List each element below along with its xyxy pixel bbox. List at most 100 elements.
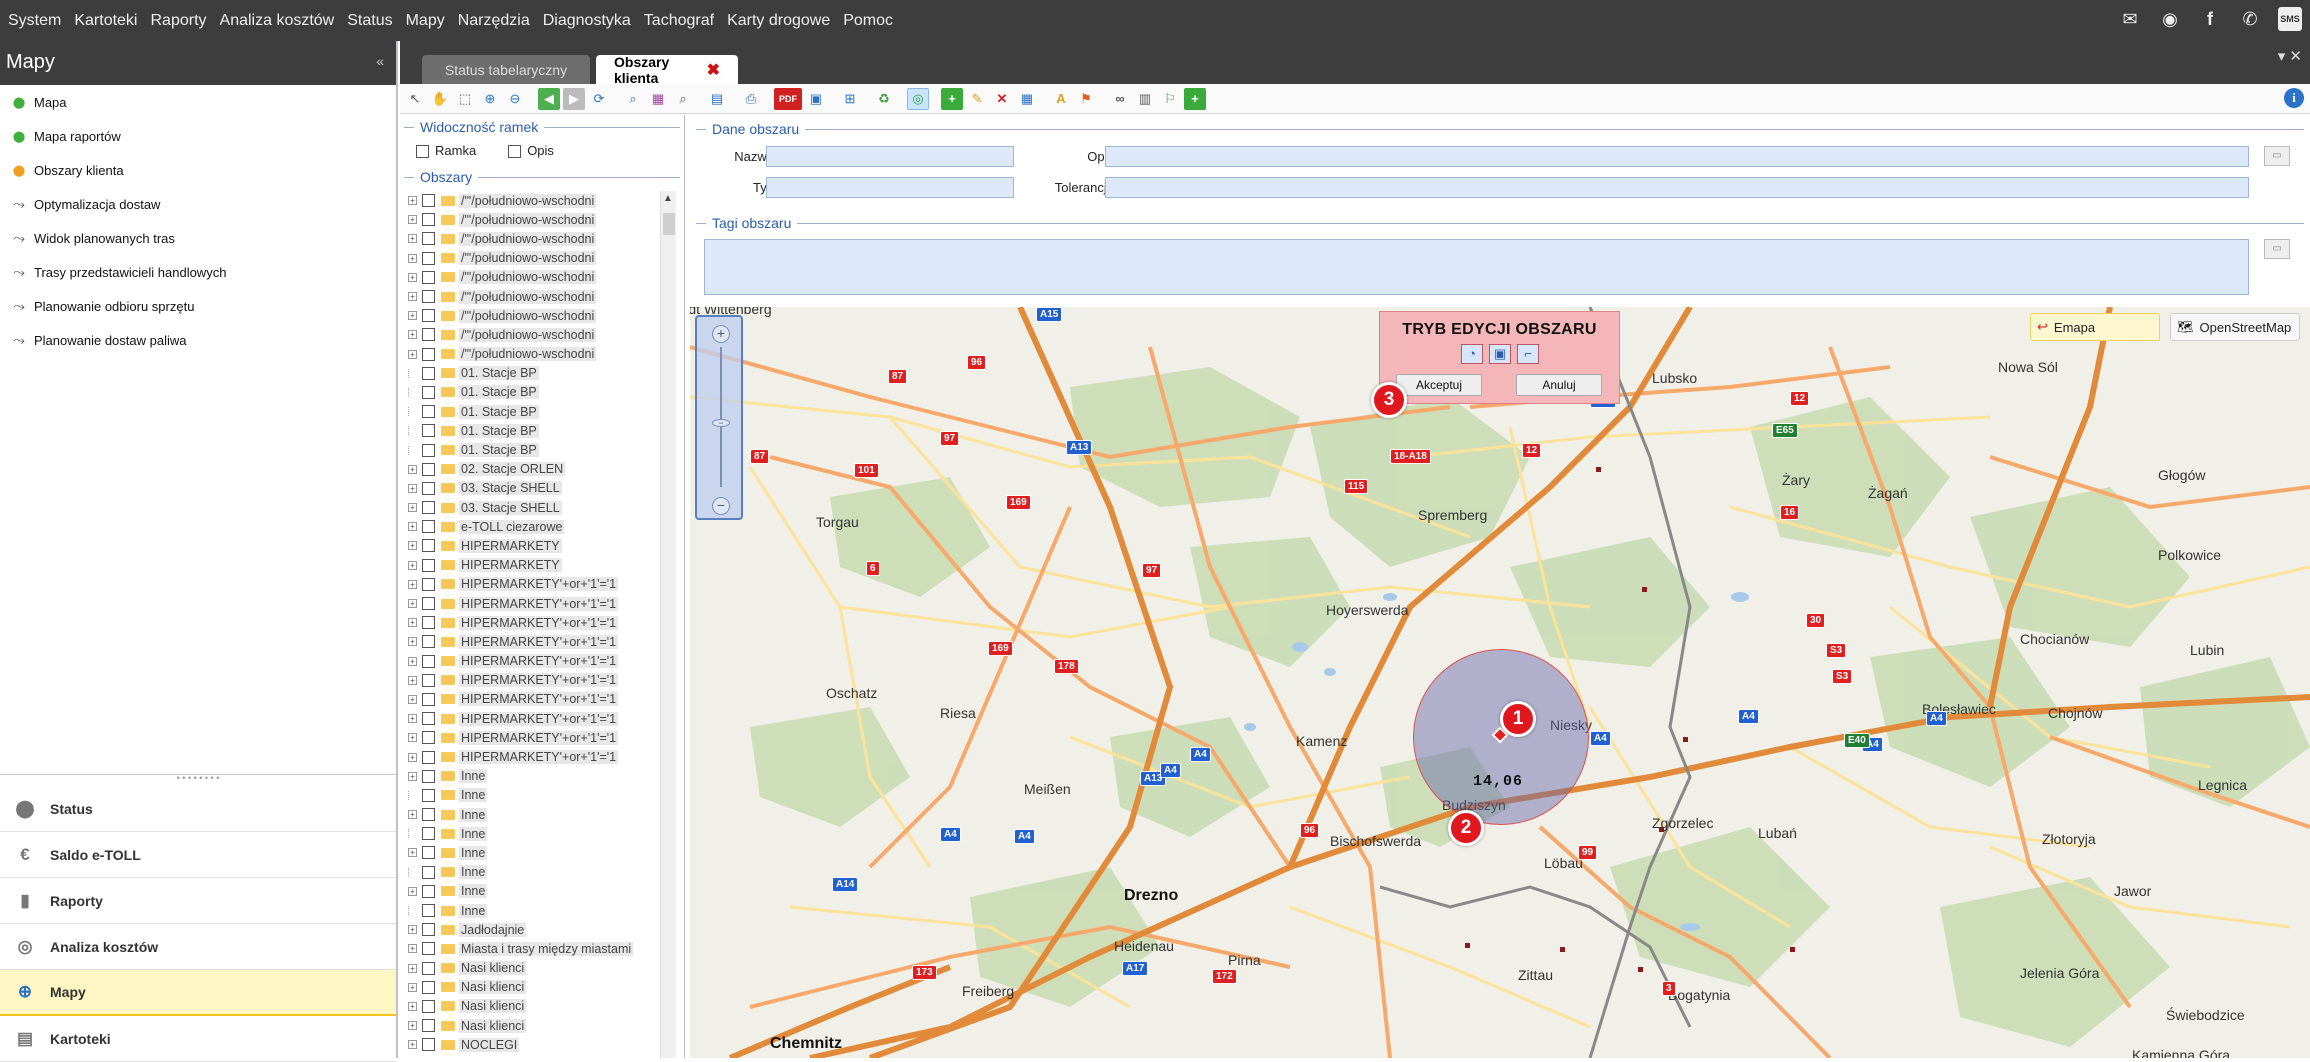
tree-checkbox[interactable] [422, 520, 435, 534]
menu-item[interactable]: Pomoc [843, 12, 893, 30]
add-layer-icon[interactable]: ⊞ [839, 88, 861, 110]
font-icon[interactable]: A [1050, 88, 1072, 110]
zoom-out-map-icon[interactable]: − [712, 497, 730, 515]
tolerancja-input[interactable] [1105, 177, 2249, 198]
expand-icon[interactable]: + [408, 196, 417, 206]
tree-item[interactable]: + HIPERMARKETY [408, 556, 672, 575]
tree-checkbox[interactable] [422, 673, 435, 687]
expand-icon[interactable]: + [408, 483, 417, 493]
tree-checkbox[interactable] [422, 251, 435, 265]
sidebar-item[interactable]: ⬤ Mapa [0, 85, 396, 119]
tree-item[interactable]: + HIPERMARKETY'+or+'1'='1 [408, 613, 672, 632]
tree-checkbox[interactable] [422, 980, 435, 994]
expand-icon[interactable]: + [408, 771, 417, 781]
expand-icon[interactable]: + [408, 330, 417, 340]
expand-icon[interactable]: + [408, 253, 417, 263]
pointer-icon[interactable]: ↖ [404, 88, 426, 110]
tree-item[interactable]: 01. Stacje BP [408, 364, 672, 383]
tree-item[interactable]: + Inne [408, 767, 672, 786]
menu-item[interactable]: System [8, 12, 61, 30]
tree-item[interactable]: 01. Stacje BP [408, 402, 672, 421]
tree-checkbox[interactable] [422, 827, 435, 841]
tree-item[interactable]: + /"'/południowo-wschodni [408, 268, 672, 287]
tree-checkbox[interactable] [422, 481, 435, 495]
tree-checkbox[interactable] [422, 405, 435, 419]
expand-icon[interactable]: + [408, 522, 417, 532]
expand-icon[interactable]: + [408, 944, 417, 954]
tree-item[interactable]: 01. Stacje BP [408, 440, 672, 459]
expand-icon[interactable]: + [408, 733, 417, 743]
zoom-slider-handle[interactable]: − [712, 419, 730, 428]
hand-icon[interactable]: ✋ [429, 88, 451, 110]
tree-checkbox[interactable] [422, 731, 435, 745]
tree-item[interactable]: Inne [408, 863, 672, 882]
close-tab-icon[interactable]: ✖ [707, 60, 720, 80]
tab-obszary-klienta[interactable]: Obszary klienta ✖ [596, 54, 738, 86]
delete-icon[interactable]: ✕ [991, 88, 1013, 110]
tree-item[interactable]: + Inne [408, 805, 672, 824]
tree-checkbox[interactable] [422, 558, 435, 572]
tree-checkbox[interactable] [422, 309, 435, 323]
expand-icon[interactable]: + [408, 1040, 417, 1050]
tree-checkbox[interactable] [422, 904, 435, 918]
expand-icon[interactable]: + [408, 963, 417, 973]
tree-item[interactable]: 01. Stacje BP [408, 383, 672, 402]
sidebar-item[interactable]: ⬤ Obszary klienta [0, 153, 396, 187]
tree-item[interactable]: + Nasi klienci [408, 959, 672, 978]
tree-checkbox[interactable] [422, 424, 435, 438]
tree-checkbox[interactable] [422, 194, 435, 208]
tree-item[interactable]: + /"'/południowo-wschodni [408, 229, 672, 248]
expand-icon[interactable]: + [408, 464, 417, 474]
tree-checkbox[interactable] [422, 788, 435, 802]
tree-checkbox[interactable] [422, 942, 435, 956]
expand-icon[interactable]: + [408, 215, 417, 225]
tree-scrollbar[interactable]: ▲ [660, 191, 676, 1058]
expand-icon[interactable]: + [408, 349, 417, 359]
add-green-icon[interactable]: + [1184, 87, 1206, 110]
expand-icon[interactable]: + [408, 579, 417, 589]
area-edit-icon[interactable]: ◎ [907, 87, 929, 110]
tree-item[interactable]: + /"'/południowo-wschodni [408, 210, 672, 229]
tree-item[interactable]: +03. Stacje SHELL [408, 498, 672, 517]
zoom-control[interactable]: + − − [695, 315, 743, 520]
opis-checkbox[interactable]: Opis [508, 143, 554, 159]
tree-checkbox[interactable] [422, 616, 435, 630]
expand-icon[interactable]: + [408, 925, 417, 935]
tree-checkbox[interactable] [422, 750, 435, 764]
tree-checkbox[interactable] [422, 443, 435, 457]
tree-checkbox[interactable] [422, 270, 435, 284]
expand-icon[interactable]: + [408, 656, 417, 666]
bottom-nav-item[interactable]: ◎ Analiza kosztów [0, 924, 396, 970]
tree-item[interactable]: + /"'/południowo-wschodni [408, 306, 672, 325]
ramka-checkbox[interactable]: Ramka [416, 143, 476, 159]
cancel-button[interactable]: Anuluj [1516, 374, 1602, 396]
tree-checkbox[interactable] [422, 232, 435, 246]
zoom-in-icon[interactable]: ⊕ [479, 88, 501, 110]
refresh-icon[interactable]: ⟳ [588, 88, 610, 110]
opis-edit-button[interactable]: ▭ [2264, 146, 2290, 166]
expand-icon[interactable]: + [408, 560, 417, 570]
nazwa-input[interactable] [766, 146, 1014, 167]
tree-checkbox[interactable] [422, 769, 435, 783]
tree-checkbox[interactable] [422, 712, 435, 726]
menu-item[interactable]: Diagnostyka [543, 12, 631, 30]
menu-item[interactable]: Narzędzia [458, 12, 530, 30]
expand-icon[interactable]: + [408, 311, 417, 321]
bottom-nav-item[interactable]: ▮ Raporty [0, 878, 396, 924]
polygon-tool-icon[interactable]: ⌐ [1517, 344, 1539, 364]
tree-item[interactable]: Inne [408, 786, 672, 805]
tree-checkbox[interactable] [422, 1038, 435, 1052]
tree-checkbox[interactable] [422, 999, 435, 1013]
tree-item[interactable]: + HIPERMARKETY'+or+'1'='1 [408, 747, 672, 766]
tree-item[interactable]: + HIPERMARKETY [408, 536, 672, 555]
sidebar-item[interactable]: ⤳ Trasy przedstawicieli handlowych [0, 255, 396, 289]
expand-icon[interactable]: + [408, 848, 417, 858]
tree-item[interactable]: + Jadłodajnie [408, 920, 672, 939]
tree-item[interactable]: 01. Stacje BP [408, 421, 672, 440]
add-icon[interactable]: + [941, 87, 963, 110]
zoom-out-icon[interactable]: ⊖ [504, 88, 526, 110]
tree-item[interactable]: + Nasi klienci [408, 1016, 672, 1035]
tree-item[interactable]: + HIPERMARKETY'+or+'1'='1 [408, 632, 672, 651]
tree-item[interactable]: + /"'/południowo-wschodni [408, 345, 672, 364]
bottom-nav-item[interactable]: ⬤ Status [0, 786, 396, 832]
